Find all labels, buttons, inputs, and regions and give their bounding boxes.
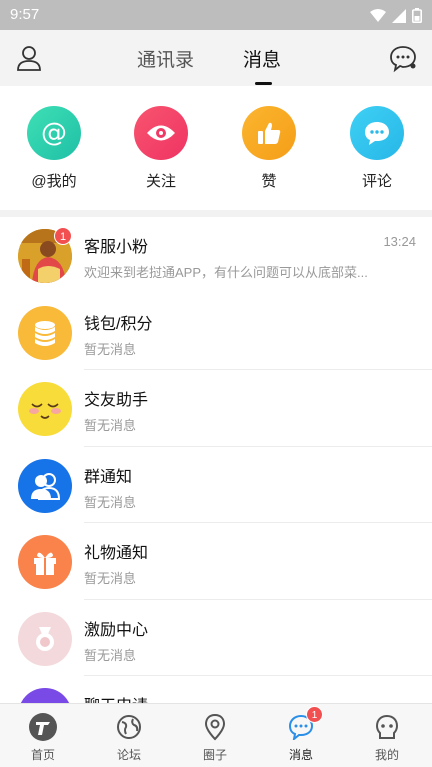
message-preview: 欢迎来到老挝通APP，有什么问题可以从底部菜... [84, 265, 368, 280]
message-list: 1 客服小粉 13:24 欢迎来到老挝通APP，有什么问题可以从底部菜... 钱… [0, 217, 432, 703]
top-nav: 通讯录 消息 [0, 30, 432, 86]
tab-home[interactable]: 首页 [8, 712, 78, 763]
message-title: 聊天申请 [84, 692, 148, 703]
status-icons [370, 8, 422, 27]
wifi-icon [370, 8, 386, 27]
tab-label: 圈子 [202, 748, 227, 762]
tab-messages-bottom[interactable]: 1 消息 [266, 706, 336, 763]
active-tab-indicator [255, 82, 272, 85]
section-divider [0, 210, 432, 217]
quick-action-label: 关注 [145, 173, 176, 190]
message-item-friend-helper[interactable]: 交友助手 暂无消息 [0, 370, 432, 447]
status-bar: 9:57 [0, 0, 432, 30]
coins-icon [18, 305, 72, 360]
message-item-customer-service[interactable]: 1 客服小粉 13:24 欢迎来到老挝通APP，有什么问题可以从底部菜... [0, 217, 432, 294]
quick-action-label: @我的 [31, 173, 77, 190]
tab-forum[interactable]: 论坛 [94, 712, 164, 763]
signal-icon [392, 8, 406, 27]
tab-label: 论坛 [116, 748, 141, 762]
tab-circle[interactable]: 圈子 [180, 712, 250, 763]
group-icon [18, 458, 72, 513]
chat-request-icon [18, 688, 72, 703]
message-title: 礼物通知 [84, 545, 149, 562]
message-time: 13:24 [383, 234, 416, 249]
gift-icon [18, 535, 72, 589]
message-title: 客服小粉 [84, 239, 149, 256]
quick-action-likes[interactable]: 赞 [229, 106, 309, 191]
globe-icon [114, 712, 144, 742]
message-preview: 暂无消息 [84, 341, 137, 357]
tab-label: 首页 [30, 748, 55, 762]
user-icon[interactable] [14, 43, 44, 73]
tab-messages[interactable]: 消息 [243, 45, 281, 72]
message-title: 群通知 [84, 468, 133, 486]
quick-action-comments[interactable]: 评论 [337, 106, 417, 191]
message-item-wallet[interactable]: 钱包/积分 暂无消息 [0, 294, 432, 370]
comment-icon [350, 106, 404, 160]
quick-action-mentions[interactable]: @ @我的 [14, 106, 94, 191]
tab-badge: 1 [306, 706, 323, 723]
eye-icon [134, 106, 188, 160]
tab-mine[interactable]: 我的 [352, 712, 422, 763]
message-title: 激励中心 [84, 621, 149, 639]
message-item-gift-notice[interactable]: 礼物通知 暂无消息 [0, 523, 432, 600]
quick-action-follow[interactable]: 关注 [121, 106, 201, 191]
bottom-tab-bar: 首页 论坛 圈子 1 消息 我的 [0, 703, 432, 767]
tab-contacts[interactable]: 通讯录 [137, 45, 194, 72]
message-title: 交友助手 [84, 392, 149, 409]
at-icon: @ [27, 106, 81, 160]
message-icon: 1 [286, 706, 323, 742]
message-item-incentive-center[interactable]: 激励中心 暂无消息 [0, 600, 432, 676]
quick-action-label: 评论 [361, 173, 392, 190]
unread-badge: 1 [54, 227, 72, 245]
battery-icon [412, 8, 422, 27]
message-item-chat-request[interactable]: 聊天申请 [0, 676, 432, 703]
tab-label: 消息 [288, 748, 313, 762]
message-preview: 暂无消息 [84, 571, 137, 586]
messages-screen: 9:57 通讯录 消息 @ @我的 关注 赞 评论 1 客服小粉 13:24 欢… [0, 0, 432, 767]
medal-icon [18, 611, 72, 666]
quick-action-label: 赞 [261, 173, 277, 190]
profile-icon [372, 712, 402, 742]
location-pin-icon [200, 712, 230, 742]
quick-actions: @ @我的 关注 赞 评论 [0, 86, 432, 210]
chat-bubble-icon[interactable] [388, 43, 418, 73]
thumbs-up-icon [242, 106, 296, 160]
message-preview: 暂无消息 [84, 494, 137, 510]
tab-label: 我的 [374, 748, 399, 762]
smiley-face-icon [18, 382, 72, 436]
message-preview: 暂无消息 [84, 418, 137, 433]
svg-text:@: @ [41, 118, 67, 148]
message-item-group-notice[interactable]: 群通知 暂无消息 [0, 447, 432, 523]
status-time: 9:57 [10, 6, 40, 23]
home-logo-icon [28, 712, 58, 742]
message-title: 钱包/积分 [84, 315, 153, 333]
message-preview: 暂无消息 [84, 647, 137, 663]
